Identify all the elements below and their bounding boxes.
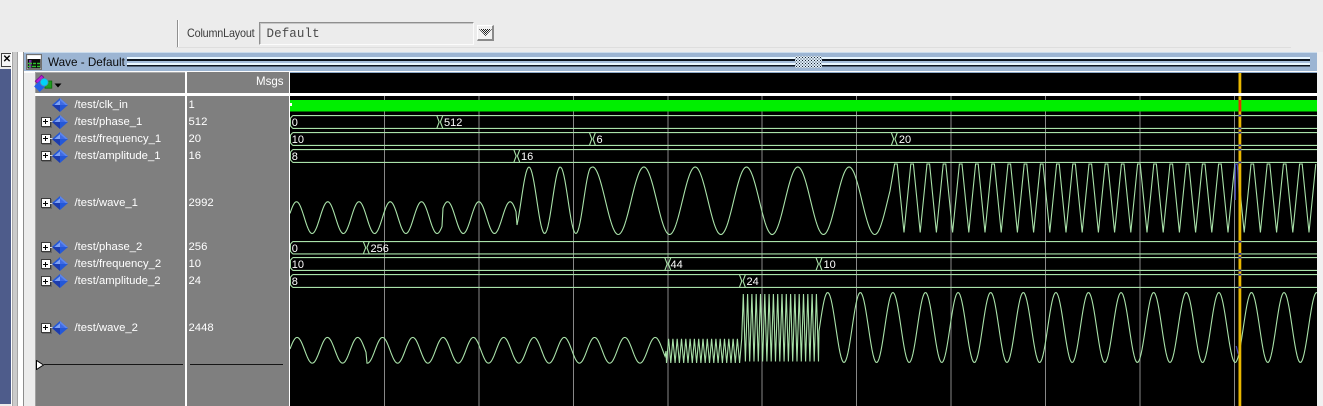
svg-text:8: 8 <box>292 276 298 288</box>
svg-text:16: 16 <box>521 151 533 163</box>
svg-text:10: 10 <box>824 259 836 271</box>
svg-text:6: 6 <box>597 134 603 146</box>
svg-text:20: 20 <box>899 134 911 146</box>
svg-text:24: 24 <box>747 276 759 288</box>
svg-text:44: 44 <box>671 259 683 271</box>
svg-text:10: 10 <box>292 259 304 271</box>
svg-text:0: 0 <box>292 117 298 129</box>
svg-text:256: 256 <box>371 243 389 255</box>
svg-text:8: 8 <box>292 151 298 163</box>
svg-text:0: 0 <box>292 243 298 255</box>
svg-text:10: 10 <box>292 134 304 146</box>
svg-text:512: 512 <box>444 117 462 129</box>
